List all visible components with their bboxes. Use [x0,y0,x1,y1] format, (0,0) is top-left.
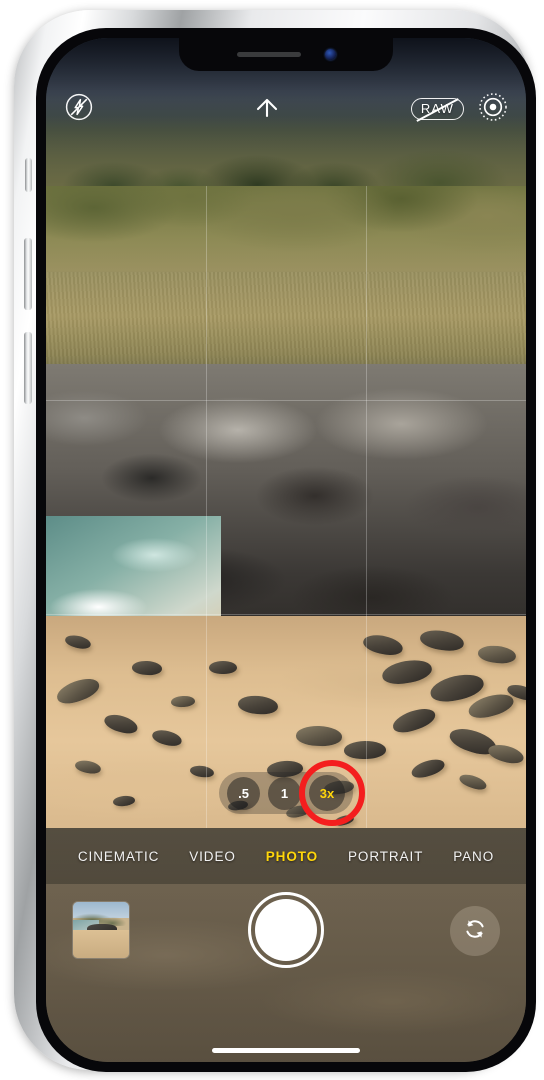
thumbnail-sand [73,930,129,958]
sea-turtle [132,660,163,676]
sea-turtle [389,704,438,737]
sea-turtle [170,695,196,708]
phone-notch [179,38,393,71]
flash-off-icon[interactable] [64,92,94,127]
sea-turtle [237,694,279,716]
sea-turtle [209,661,238,674]
flip-camera-icon[interactable] [460,914,490,949]
shutter-button[interactable] [248,892,324,968]
sea-turtle [361,632,405,658]
mode-item-video[interactable]: VIDEO [189,849,236,864]
zoom-button-1[interactable]: 1 [268,776,301,810]
sea-turtle [189,764,215,779]
camera-top-controls: RAW [46,86,526,132]
volume-up-button[interactable] [24,238,32,310]
sea-turtle [486,741,526,767]
zoom-button-5[interactable]: .5 [227,776,260,810]
speaker-grille [236,52,301,57]
live-photo-button[interactable] [478,92,508,127]
raw-off-icon[interactable]: RAW [410,98,464,122]
front-camera-icon [324,49,336,60]
zoom-button-3x[interactable]: 3x [309,775,345,811]
zoom-controls[interactable]: .5 1 3x [219,772,353,814]
sea-turtle [477,644,517,665]
camera-app: .5 1 3x CINEMATIC VIDEO PHOTO PORTRAIT P… [46,38,526,1062]
sea-turtle [112,794,136,808]
mode-item-pano[interactable]: PANO [453,849,494,864]
camera-mode-selector[interactable]: CINEMATIC VIDEO PHOTO PORTRAIT PANO [46,828,526,884]
chevron-up-icon[interactable] [254,95,280,124]
phone-frame: .5 1 3x CINEMATIC VIDEO PHOTO PORTRAIT P… [14,10,536,1072]
sea-turtle [380,656,434,688]
sea-turtle [64,633,93,651]
screenshot-root: .5 1 3x CINEMATIC VIDEO PHOTO PORTRAIT P… [0,0,544,1080]
live-photo-icon[interactable] [478,92,508,127]
home-indicator[interactable] [212,1048,360,1053]
mode-item-portrait[interactable]: PORTRAIT [348,849,423,864]
sea-turtle [466,690,517,722]
raw-toggle-button[interactable]: RAW [410,98,464,122]
photo-thumbnail[interactable] [73,902,129,958]
sea-turtle [53,674,102,708]
camera-bottom-bar [46,884,526,1062]
sea-turtle [333,813,355,828]
flash-off-button[interactable] [64,92,124,127]
viewfinder[interactable]: .5 1 3x [46,186,526,828]
sea-turtle [150,727,183,749]
silent-switch-button[interactable] [25,158,32,192]
sea-turtle [409,756,447,781]
mode-item-cinematic[interactable]: CINEMATIC [78,849,159,864]
phone-screen: .5 1 3x CINEMATIC VIDEO PHOTO PORTRAIT P… [46,38,526,1062]
more-controls-button[interactable] [124,95,411,124]
mode-item-photo[interactable]: PHOTO [266,849,318,864]
sea-turtle [343,740,386,760]
flip-camera-button[interactable] [450,906,500,956]
sea-turtle [419,627,466,654]
volume-down-button[interactable] [24,332,32,404]
sea-turtle [295,725,342,747]
sea-turtle [73,758,102,776]
sea-turtle [101,711,140,737]
sea-turtle [457,771,488,793]
